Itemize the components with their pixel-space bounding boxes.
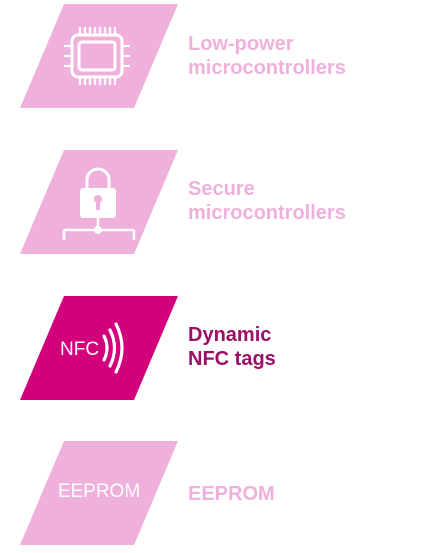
product-label-line1: Dynamic	[188, 324, 272, 346]
product-label: Dynamic NFC tags	[188, 323, 276, 371]
product-tile: EEPROM	[20, 441, 178, 545]
product-label: Secure microcontrollers	[188, 177, 346, 225]
chip-icon	[64, 27, 130, 85]
product-label-line2: NFC tags	[188, 348, 276, 370]
product-link-dynamic-nfc-tags[interactable]: NFC Dynamic NFC tags	[20, 296, 420, 408]
product-label: EEPROM	[188, 482, 275, 506]
product-link-eeprom[interactable]: EEPROM EEPROM	[20, 441, 420, 553]
product-link-secure-microcontrollers[interactable]: Secure microcontrollers	[20, 150, 420, 262]
product-label: Low-power microcontrollers	[188, 32, 346, 80]
product-tile: NFC	[20, 296, 178, 400]
product-tile	[20, 4, 178, 108]
product-label-line1: Low-power	[188, 33, 294, 55]
product-label-line1: EEPROM	[188, 483, 275, 505]
product-tile	[20, 150, 178, 254]
product-link-low-power-microcontrollers[interactable]: Low-power microcontrollers	[20, 4, 420, 116]
nfc-icon: NFC	[60, 322, 124, 374]
eeprom-icon: EEPROM	[57, 481, 141, 502]
lock-network-icon	[62, 167, 136, 240]
product-label-line2: microcontrollers	[188, 57, 346, 79]
nfc-icon-text: NFC	[60, 339, 99, 360]
product-label-line2: microcontrollers	[188, 202, 346, 224]
product-label-line1: Secure	[188, 178, 255, 200]
